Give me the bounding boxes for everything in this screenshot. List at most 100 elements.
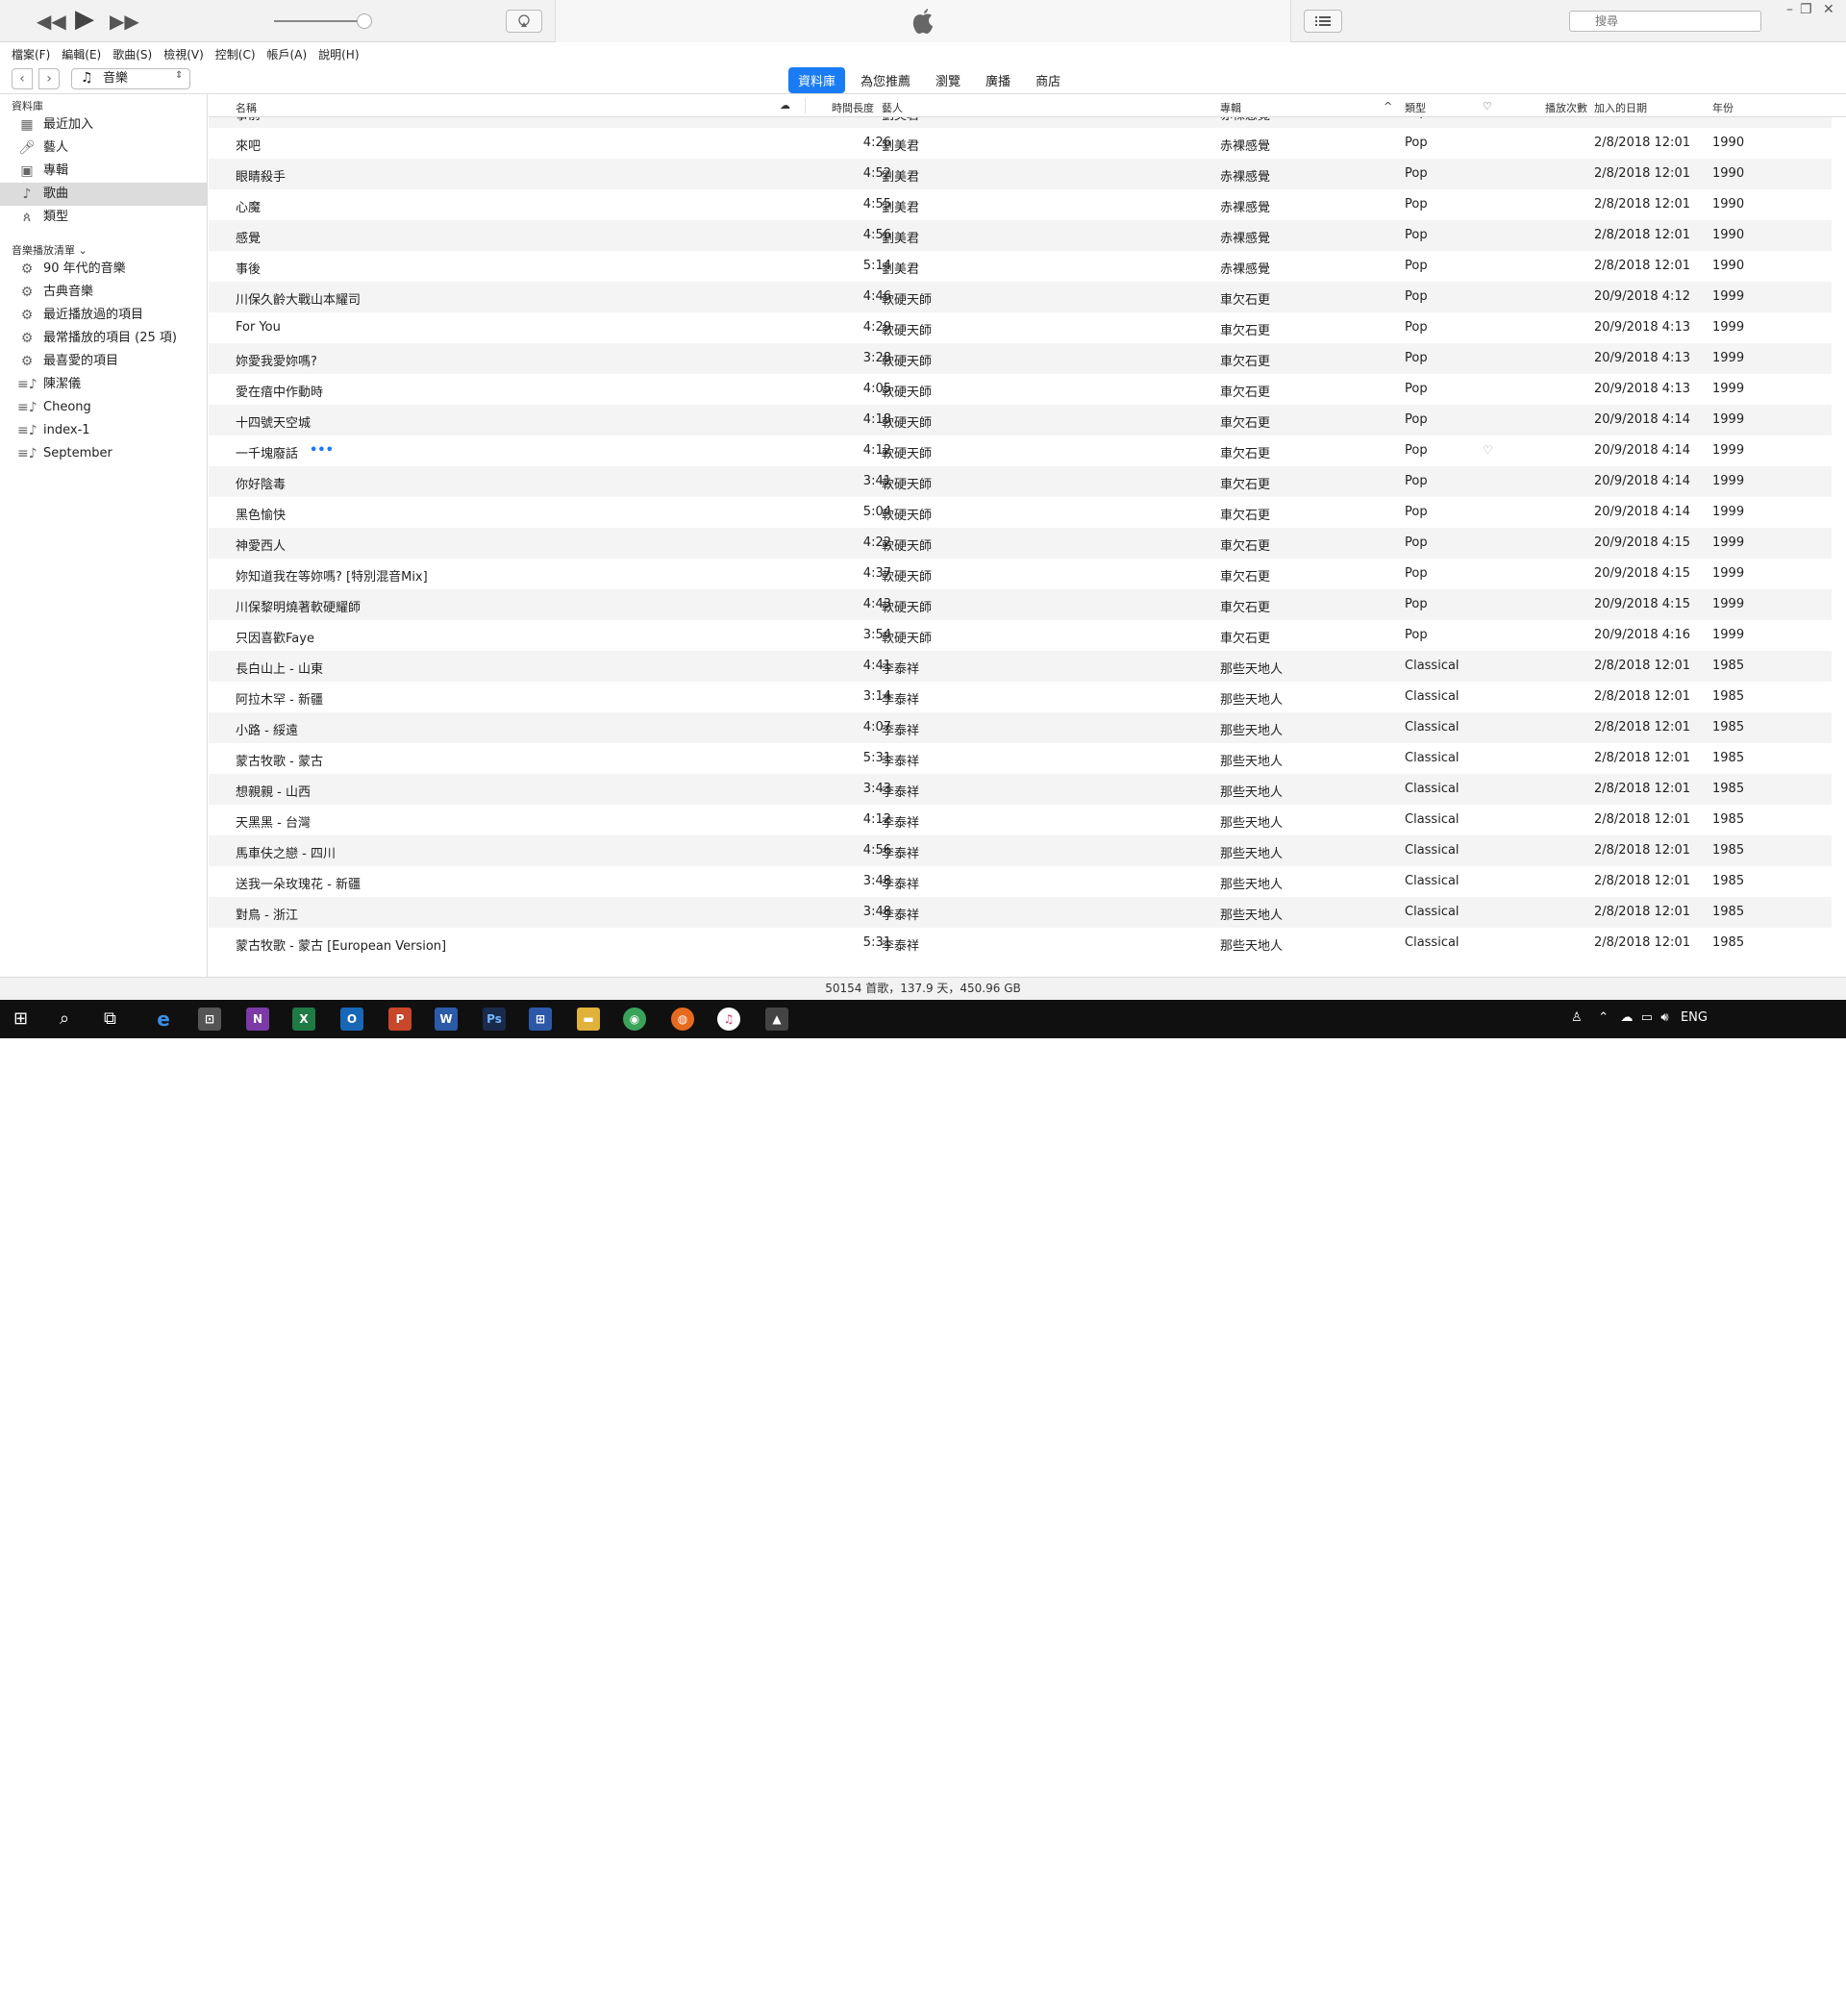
powerpoint-icon[interactable]: P — [388, 1008, 412, 1031]
restore-icon[interactable]: ❐ — [1800, 2, 1812, 17]
minimize-icon[interactable]: – — [1786, 2, 1793, 17]
table-row[interactable]: 蒙古牧歌 - 蒙古 5:31 李泰祥 那些天地人 Classical 2/8/2018 1… — [209, 743, 1832, 774]
tab-browse[interactable]: 瀏覽 — [926, 67, 970, 93]
table-row[interactable]: 一千塊廢話 ••• 4:12 軟硬天師 車欠石更 Pop ♡ 20/9/2018 4:14 19… — [209, 436, 1832, 466]
table-row[interactable]: 你好陰毒 3:41 軟硬天師 車欠石更 Pop 20/9/2018 4:14 1999 — [209, 466, 1832, 497]
table-row[interactable]: 小路 - 綏遠 4:07 李泰祥 那些天地人 Classical 2/8/2018 12:… — [209, 712, 1832, 743]
table-row[interactable]: 蒙古牧歌 - 蒙古 [European Version] 5:31 李泰祥 那些天地人… — [209, 928, 1832, 958]
search-icon[interactable]: ⌕ — [60, 1008, 69, 1031]
table-row[interactable]: 馬車伕之戀 - 四川 4:56 李泰祥 那些天地人 Classical 2/8/2018 … — [209, 835, 1832, 866]
up-next-button[interactable] — [1304, 10, 1342, 33]
sidebar-playlist-cheong[interactable]: ≡♪ Cheong — [0, 396, 207, 419]
table-row[interactable]: 事後 5:14 劉美君 赤裸感覺 Pop 2/8/2018 12:01 1990 — [209, 251, 1832, 282]
store-icon[interactable]: ⊡ — [198, 1008, 221, 1031]
table-row[interactable]: 感覺 4:56 劉美君 赤裸感覺 Pop 2/8/2018 12:01 1990 — [209, 220, 1832, 251]
windows-start-icon[interactable]: ⊞ — [13, 1008, 28, 1031]
sidebar-playlist-top-25[interactable]: ⚙ 最常播放的項目 (25 項) — [0, 327, 207, 350]
table-row[interactable]: 對鳥 - 浙江 3:48 李泰祥 那些天地人 Classical 2/8/2018 12:… — [209, 897, 1832, 928]
sidebar-playlist-favourites[interactable]: ⚙ 最喜愛的項目 — [0, 350, 207, 373]
table-row[interactable]: 長白山上 - 山東 4:41 李泰祥 那些天地人 Classical 2/8/2018 1… — [209, 651, 1832, 682]
sidebar-playlist-index-1[interactable]: ≡♪ index-1 — [0, 419, 207, 442]
menu-edit[interactable]: 編輯(E) — [56, 42, 107, 62]
forward-button[interactable]: › — [38, 68, 60, 89]
table-row[interactable]: 川保久齡大戰山本耀司 4:46 軟硬天師 車欠石更 Pop 20/9/2018 4:12 1… — [209, 282, 1832, 312]
love-icon[interactable]: ♡ — [1483, 443, 1493, 457]
calculator-icon[interactable]: ⊞ — [529, 1008, 552, 1031]
table-row[interactable]: 十四號天空城 4:18 軟硬天師 車欠石更 Pop 20/9/2018 4:14 1999 — [209, 405, 1832, 436]
table-row[interactable]: 妳愛我愛妳嗎? 3:28 軟硬天師 車欠石更 Pop 20/9/2018 4:13 1999 — [209, 343, 1832, 374]
chevron-up-icon[interactable]: ⌃ — [1598, 1010, 1609, 1025]
sidebar-playlist-user-1[interactable]: ≡♪ 陳潔儀 — [0, 373, 207, 396]
column-genre[interactable]: 類型 — [1405, 100, 1426, 115]
cloud-icon[interactable]: ☁︎ — [780, 99, 790, 112]
column-name[interactable]: 名稱 — [236, 100, 257, 115]
search-input[interactable] — [1569, 11, 1761, 32]
menu-file[interactable]: 檔案(F) — [0, 42, 56, 62]
column-time[interactable]: 時間長度 — [832, 100, 874, 115]
word-icon[interactable]: W — [435, 1008, 458, 1031]
back-button[interactable]: ‹ — [12, 68, 33, 89]
menu-controls[interactable]: 控制(C) — [210, 42, 262, 62]
table-row[interactable]: 想親親 - 山西 3:43 李泰祥 那些天地人 Classical 2/8/2018 12… — [209, 774, 1832, 805]
table-row[interactable]: 心魔 4:55 劉美君 赤裸感覺 Pop 2/8/2018 12:01 1990 — [209, 189, 1832, 220]
play-button[interactable]: ▶ — [75, 6, 94, 33]
sidebar-item-albums[interactable]: ▣ 專輯 — [0, 160, 207, 183]
chrome-icon[interactable]: ◉ — [623, 1008, 646, 1031]
table-row[interactable]: 黑色愉快 5:04 軟硬天師 車欠石更 Pop 20/9/2018 4:14 1999 — [209, 497, 1832, 528]
table-row[interactable]: 阿拉木罕 - 新疆 3:14 李泰祥 那些天地人 Classical 2/8/2018 1… — [209, 682, 1832, 712]
column-album[interactable]: 專輯 — [1220, 100, 1241, 115]
people-icon[interactable]: ♙ — [1571, 1010, 1583, 1025]
menu-help[interactable]: 說明(H) — [312, 42, 364, 62]
airplay-button[interactable] — [506, 10, 542, 33]
sidebar-item-songs[interactable]: ♪ 歌曲 — [0, 183, 207, 206]
previous-track-button[interactable]: ◀◀ — [37, 8, 66, 35]
task-view-icon[interactable]: ⧉ — [104, 1008, 116, 1031]
heart-icon[interactable]: ♡ — [1483, 100, 1492, 112]
firefox-icon[interactable]: ◍ — [671, 1008, 694, 1031]
table-row[interactable]: 妳知道我在等妳嗎? [特別混音Mix] 4:37 軟硬天師 車欠石更 Pop 20/9/2… — [209, 559, 1832, 589]
sidebar-playlist-90s[interactable]: ⚙ 90 年代的音樂 — [0, 258, 207, 281]
volume-icon[interactable]: 🔊︎ — [1660, 1010, 1668, 1025]
table-row[interactable]: 來吧 4:26 劉美君 赤裸感覺 Pop 2/8/2018 12:01 1990 — [209, 128, 1832, 159]
sidebar-playlist-september[interactable]: ≡♪ September — [0, 442, 207, 465]
edge-icon[interactable]: e — [152, 1008, 175, 1031]
playlists-heading[interactable]: 音樂播放清單 ⌄ — [0, 238, 207, 258]
column-year[interactable]: 年份 — [1712, 100, 1734, 115]
more-options-icon[interactable]: ••• — [310, 443, 334, 458]
tab-for-you[interactable]: 為您推薦 — [851, 67, 920, 93]
sidebar-playlist-recently-played[interactable]: ⚙ 最近播放過的項目 — [0, 304, 207, 327]
table-row[interactable]: 神愛西人 4:22 軟硬天師 車欠石更 Pop 20/9/2018 4:15 1999 — [209, 528, 1832, 559]
column-date-added[interactable]: 加入的日期 — [1594, 100, 1647, 115]
file-explorer-icon[interactable]: ▬ — [577, 1008, 600, 1031]
menu-song[interactable]: 歌曲(S) — [107, 42, 158, 62]
sidebar-item-genres[interactable]: ጰ 類型 — [0, 206, 207, 229]
table-row[interactable]: 愛在瘖中作動時 4:05 軟硬天師 車欠石更 Pop 20/9/2018 4:13 1999 — [209, 374, 1832, 405]
column-plays[interactable]: 播放次數 — [1545, 100, 1587, 115]
menu-account[interactable]: 帳戶(A) — [262, 42, 313, 62]
itunes-icon[interactable]: ♫ — [717, 1008, 740, 1031]
photoshop-icon[interactable]: Ps — [483, 1008, 506, 1031]
table-row[interactable]: For You 4:29 軟硬天師 車欠石更 Pop 20/9/2018 4:13 1999 — [209, 312, 1832, 343]
sidebar-item-recently-added[interactable]: ▦ 最近加入 — [0, 113, 207, 137]
tab-store[interactable]: 商店 — [1026, 67, 1070, 93]
network-icon[interactable]: ▭ — [1641, 1010, 1653, 1025]
volume-knob[interactable] — [357, 13, 372, 29]
tab-library[interactable]: 資料庫 — [788, 67, 846, 93]
table-row[interactable]: 送我一朵玫瑰花 - 新疆 3:48 李泰祥 那些天地人 Classical 2/8/201… — [209, 866, 1832, 897]
photos-icon[interactable]: ▲ — [765, 1008, 788, 1031]
volume-slider[interactable] — [274, 20, 365, 22]
close-icon[interactable]: ✕ — [1823, 2, 1834, 17]
table-row[interactable]: 天黑黑 - 台灣 4:12 李泰祥 那些天地人 Classical 2/8/2018 12… — [209, 805, 1832, 835]
table-row[interactable]: 川保黎明燒著軟硬耀師 4:43 軟硬天師 車欠石更 Pop 20/9/2018 4:15 1… — [209, 589, 1832, 620]
excel-icon[interactable]: X — [292, 1008, 315, 1031]
input-language[interactable]: ENG — [1681, 1010, 1708, 1025]
onedrive-icon[interactable]: ☁ — [1621, 1010, 1634, 1025]
onenote-icon[interactable]: N — [246, 1008, 269, 1031]
menu-view[interactable]: 檢視(V) — [158, 42, 210, 62]
sidebar-item-artists[interactable]: 🎤︎ 藝人 — [0, 137, 207, 160]
table-row[interactable]: 事前4:40劉美君赤裸感覺Pop2/8/2018 12:011990 — [209, 117, 1832, 128]
sidebar-playlist-classical[interactable]: ⚙ 古典音樂 — [0, 281, 207, 304]
table-row[interactable]: 眼睛殺手 4:52 劉美君 赤裸感覺 Pop 2/8/2018 12:01 1990 — [209, 159, 1832, 189]
next-track-button[interactable]: ▶▶ — [110, 8, 139, 35]
table-row[interactable]: 只因喜歡Faye 3:54 軟硬天師 車欠石更 Pop 20/9/2018 4:16 199… — [209, 620, 1832, 651]
